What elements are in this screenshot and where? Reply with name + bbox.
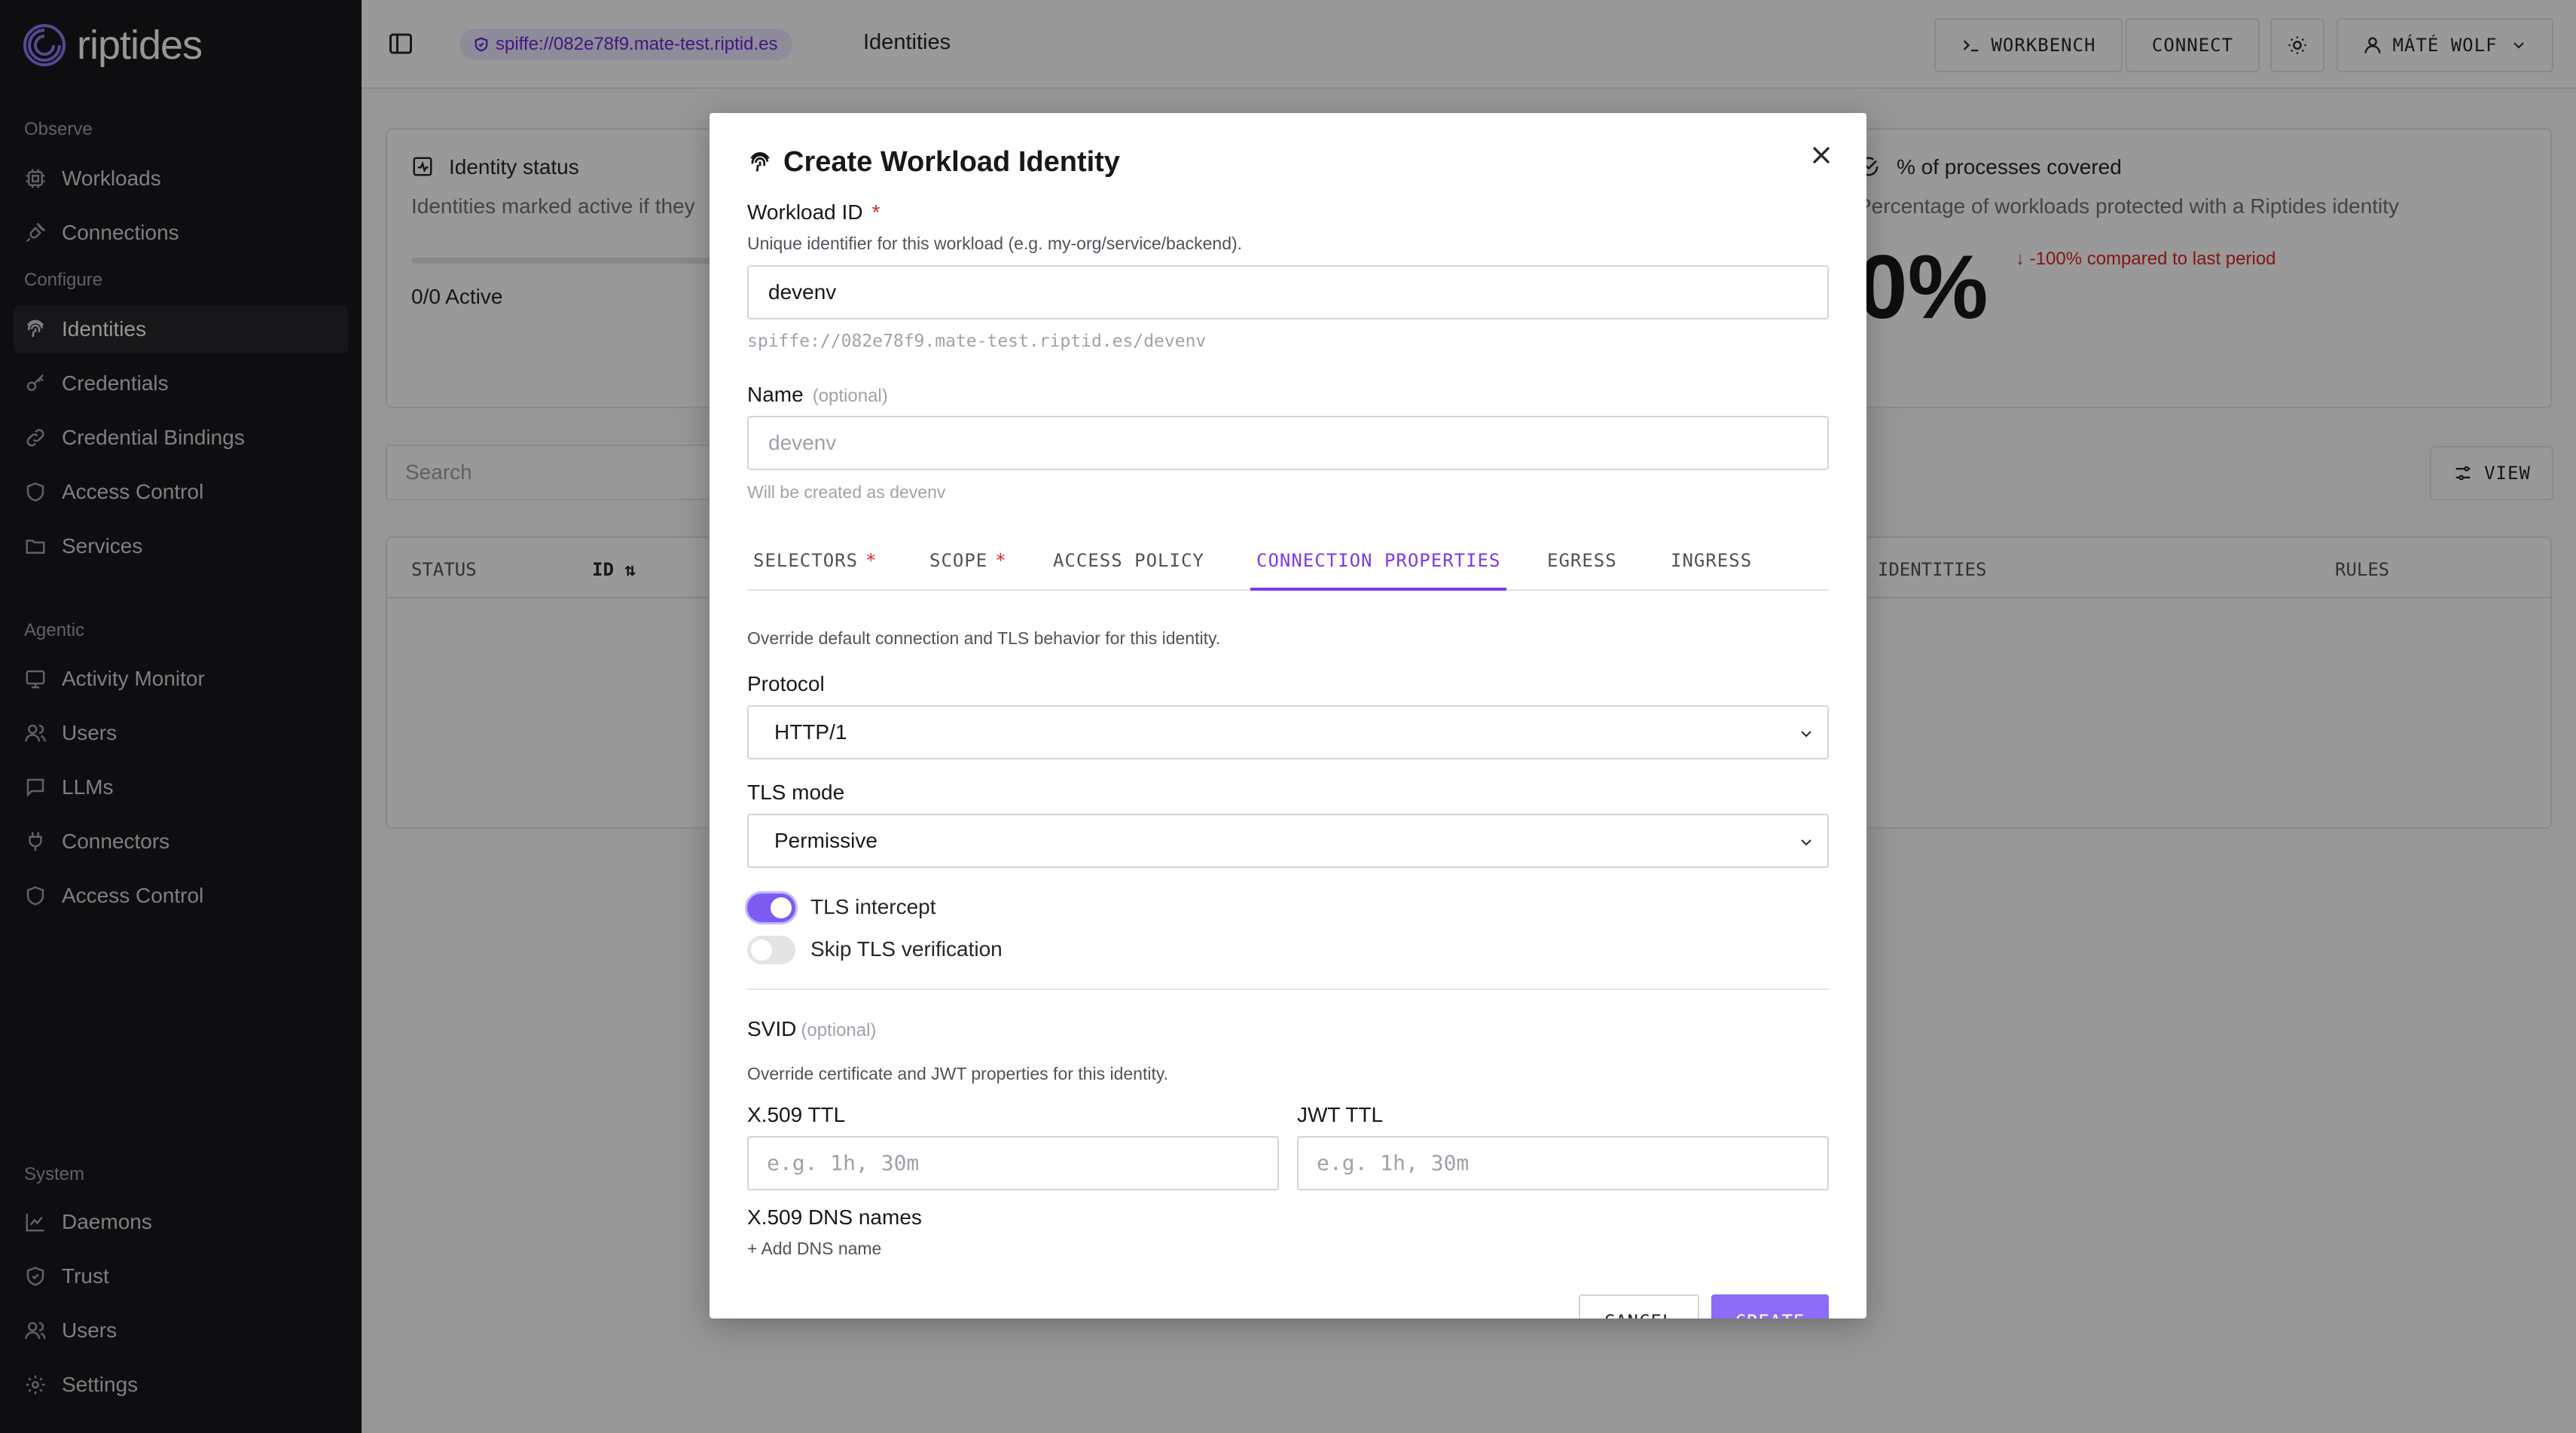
name-input[interactable]: devenv bbox=[747, 416, 1829, 470]
protocol-select[interactable]: HTTP/1 bbox=[747, 705, 1829, 759]
tab-label: SCOPE bbox=[929, 550, 988, 571]
protocol-value: HTTP/1 bbox=[774, 720, 847, 744]
name-hint: Will be created as devenv bbox=[747, 482, 946, 502]
section-divider bbox=[747, 988, 1829, 990]
spiffe-preview: spiffe://082e78f9.mate-test.riptid.es/de… bbox=[747, 332, 1207, 351]
dialog-title-text: Create Workload Identity bbox=[783, 146, 1120, 178]
skip-tls-verification-toggle[interactable] bbox=[747, 936, 795, 964]
required-mark: * bbox=[871, 200, 881, 224]
toggle-knob bbox=[751, 940, 772, 961]
jwt-ttl-label: JWT TTL bbox=[1297, 1103, 1384, 1126]
jwt-ttl-input[interactable]: e.g. 1h, 30m bbox=[1297, 1136, 1829, 1190]
chevron-down-icon bbox=[1801, 731, 1811, 738]
create-workload-identity-dialog: Create Workload Identity Workload ID * Un… bbox=[710, 113, 1866, 1318]
workload-id-help: Unique identifier for this workload (e.g… bbox=[747, 234, 1243, 253]
tab-label: CONNECTION PROPERTIES bbox=[1256, 550, 1501, 571]
tls-mode-label: TLS mode bbox=[747, 781, 845, 804]
create-button[interactable]: CREATE bbox=[1711, 1294, 1829, 1318]
tab-label: ACCESS POLICY bbox=[1053, 550, 1204, 571]
workload-id-input[interactable]: devenv bbox=[747, 265, 1829, 319]
fingerprint-icon bbox=[750, 151, 770, 172]
tab-label: INGRESS bbox=[1671, 550, 1753, 571]
tls-intercept-toggle[interactable] bbox=[747, 894, 795, 922]
tab-label: SELECTORS bbox=[753, 550, 859, 571]
tab-ingress[interactable]: INGRESS bbox=[1665, 535, 1758, 591]
dialog-title: Create Workload Identity bbox=[747, 146, 1120, 179]
tab-egress[interactable]: EGRESS bbox=[1541, 535, 1623, 591]
required-mark: * bbox=[995, 550, 1007, 571]
tab-access-policy[interactable]: ACCESS POLICY bbox=[1047, 535, 1210, 591]
tab-label: EGRESS bbox=[1547, 550, 1617, 571]
workload-id-label-text: Workload ID bbox=[747, 200, 863, 224]
workload-id-label: Workload ID * bbox=[747, 200, 880, 225]
chevron-down-icon bbox=[1801, 839, 1811, 846]
dns-names-label: X.509 DNS names bbox=[747, 1205, 922, 1229]
required-mark: * bbox=[865, 550, 877, 571]
protocol-label: Protocol bbox=[747, 672, 825, 695]
tab-connection-properties[interactable]: CONNECTION PROPERTIES bbox=[1250, 535, 1507, 591]
skip-tls-verification-label: Skip TLS verification bbox=[810, 937, 1003, 961]
optional-mark: (optional) bbox=[801, 1020, 877, 1040]
add-dns-name-button[interactable]: + Add DNS name bbox=[747, 1239, 881, 1259]
svid-label: SVID (optional) bbox=[747, 1017, 876, 1041]
svid-help: Override certificate and JWT properties … bbox=[747, 1064, 1169, 1083]
tls-mode-value: Permissive bbox=[774, 829, 877, 852]
name-label-text: Name bbox=[747, 383, 804, 406]
tab-selectors[interactable]: SELECTORS * bbox=[747, 535, 884, 591]
identity-tabs: SELECTORS * SCOPE * ACCESS POLICY CONNECTI… bbox=[747, 535, 1829, 591]
tab-scope[interactable]: SCOPE * bbox=[923, 535, 1013, 591]
x509-ttl-input[interactable]: e.g. 1h, 30m bbox=[747, 1136, 1279, 1190]
toggle-knob bbox=[771, 897, 792, 918]
connection-help: Override default connection and TLS beha… bbox=[747, 628, 1221, 648]
tls-intercept-label: TLS intercept bbox=[810, 895, 936, 918]
cancel-button[interactable]: CANCEL bbox=[1579, 1294, 1699, 1318]
svid-label-text: SVID bbox=[747, 1017, 797, 1040]
name-label: Name (optional) bbox=[747, 383, 888, 407]
tls-mode-select[interactable]: Permissive bbox=[747, 814, 1829, 868]
x509-ttl-label: X.509 TTL bbox=[747, 1103, 846, 1126]
optional-mark: (optional) bbox=[812, 386, 888, 406]
close-icon[interactable] bbox=[1806, 140, 1836, 170]
